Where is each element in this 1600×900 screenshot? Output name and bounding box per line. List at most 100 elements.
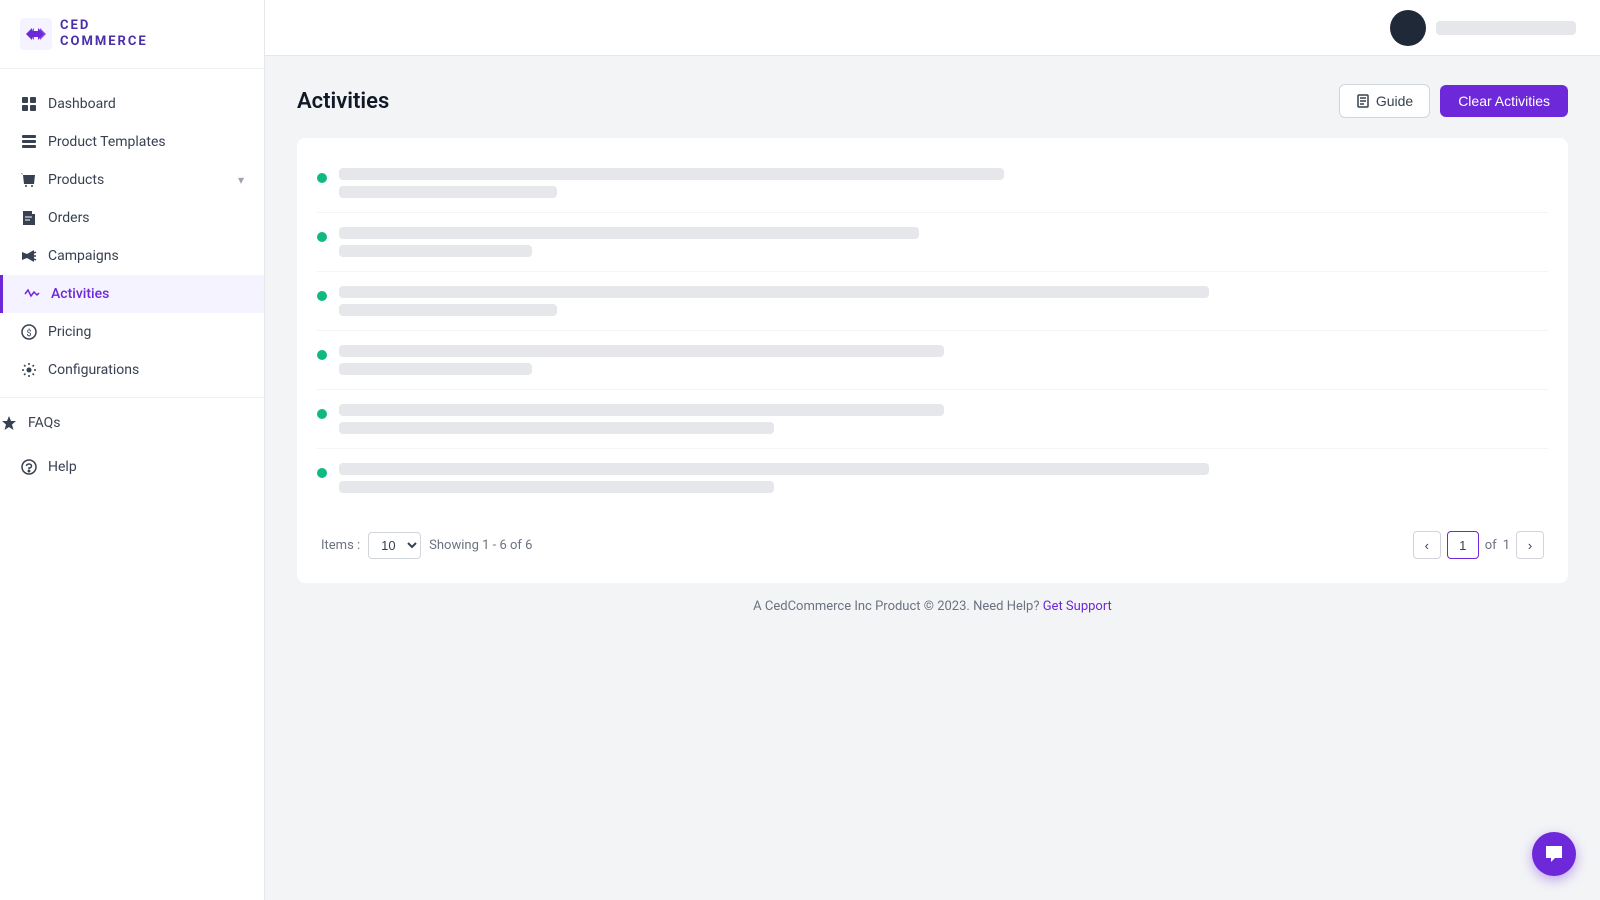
activity-dot: [317, 173, 327, 183]
activity-content: [339, 286, 1548, 316]
sidebar-item-configurations[interactable]: Configurations: [0, 351, 264, 389]
activity-line2: [339, 186, 557, 198]
products-icon: [20, 171, 38, 189]
activity-line1: [339, 463, 1209, 475]
product-templates-icon: [20, 133, 38, 151]
topbar: [265, 0, 1600, 56]
activity-item: [317, 331, 1548, 390]
campaigns-icon: [20, 247, 38, 265]
help-label: Help: [48, 459, 244, 475]
activity-content: [339, 227, 1548, 257]
chat-button[interactable]: [1532, 832, 1576, 876]
dashboard-label: Dashboard: [48, 96, 244, 112]
activity-line2: [339, 304, 557, 316]
activity-dot: [317, 291, 327, 301]
activity-item: [317, 390, 1548, 449]
main-wrapper: Activities Guide Clear Activities: [265, 0, 1600, 900]
pricing-label: Pricing: [48, 324, 244, 340]
sidebar-item-campaigns[interactable]: Campaigns: [0, 237, 264, 275]
page-header: Activities Guide Clear Activities: [297, 84, 1568, 118]
activity-line2: [339, 245, 532, 257]
next-page-button[interactable]: ›: [1516, 531, 1544, 559]
guide-button[interactable]: Guide: [1339, 84, 1430, 118]
configurations-icon: [20, 361, 38, 379]
activity-content: [339, 168, 1548, 198]
activity-dot: [317, 350, 327, 360]
of-label: of: [1485, 538, 1497, 553]
sidebar-item-faqs[interactable]: FAQs: [0, 406, 264, 448]
sidebar-item-help[interactable]: Help: [0, 448, 264, 486]
sidebar-item-products[interactable]: Products ▾: [0, 161, 264, 199]
products-label: Products: [48, 172, 228, 188]
ced-commerce-logo-icon: [20, 18, 52, 50]
header-actions: Guide Clear Activities: [1339, 84, 1568, 118]
guide-icon: [1356, 94, 1370, 108]
activity-line2: [339, 363, 532, 375]
faqs-label: FAQs: [28, 415, 264, 431]
orders-label: Orders: [48, 210, 244, 226]
current-page-input[interactable]: [1447, 531, 1479, 559]
activity-dot: [317, 409, 327, 419]
activity-line1: [339, 404, 944, 416]
activity-line2: [339, 422, 774, 434]
avatar: [1390, 10, 1426, 46]
dashboard-icon: [20, 95, 38, 113]
sidebar-item-dashboard[interactable]: Dashboard: [0, 85, 264, 123]
activities-label: Activities: [51, 286, 244, 302]
activity-line1: [339, 227, 919, 239]
activity-line1: [339, 168, 1004, 180]
pagination-right: ‹ of 1 ›: [1413, 531, 1544, 559]
faqs-icon: [0, 414, 18, 432]
activity-content: [339, 463, 1548, 493]
showing-text: Showing 1 - 6 of 6: [429, 538, 532, 553]
help-icon: [20, 458, 38, 476]
main-content: Activities Guide Clear Activities: [265, 56, 1600, 900]
sidebar-item-orders[interactable]: Orders: [0, 199, 264, 237]
products-chevron-icon: ▾: [238, 173, 244, 187]
guide-label: Guide: [1376, 93, 1413, 109]
chat-icon: [1544, 844, 1564, 864]
configurations-label: Configurations: [48, 362, 244, 378]
page-title: Activities: [297, 89, 389, 114]
pagination-bar: Items : 10 20 50 Showing 1 - 6 of 6 ‹ of…: [317, 523, 1548, 567]
activity-dot: [317, 468, 327, 478]
product-templates-label: Product Templates: [48, 134, 244, 150]
prev-page-button[interactable]: ‹: [1413, 531, 1441, 559]
orders-icon: [20, 209, 38, 227]
user-info-placeholder: [1436, 21, 1576, 35]
sidebar-divider: [0, 397, 264, 398]
footer-text: A CedCommerce Inc Product © 2023. Need H…: [753, 599, 1039, 614]
activity-line2: [339, 481, 774, 493]
get-support-link[interactable]: Get Support: [1043, 599, 1112, 614]
items-per-page-select[interactable]: 10 20 50: [368, 532, 421, 559]
activity-content: [339, 404, 1548, 434]
sidebar-logo: CED COMMERCE: [0, 0, 264, 69]
total-pages: 1: [1503, 538, 1510, 553]
activity-item: [317, 154, 1548, 213]
svg-text:$: $: [27, 328, 32, 339]
activity-line1: [339, 345, 944, 357]
pricing-icon: $: [20, 323, 38, 341]
sidebar-item-pricing[interactable]: $ Pricing: [0, 313, 264, 351]
sidebar-item-product-templates[interactable]: Product Templates: [0, 123, 264, 161]
footer: A CedCommerce Inc Product © 2023. Need H…: [297, 583, 1568, 630]
activity-item: [317, 272, 1548, 331]
items-label: Items :: [321, 538, 360, 553]
topbar-user: [1390, 10, 1576, 46]
clear-activities-button[interactable]: Clear Activities: [1440, 85, 1568, 117]
brand-line2: COMMERCE: [60, 34, 148, 50]
brand-line1: CED: [60, 18, 148, 34]
pagination-left: Items : 10 20 50 Showing 1 - 6 of 6: [321, 532, 532, 559]
activity-dot: [317, 232, 327, 242]
sidebar-item-activities[interactable]: Activities: [0, 275, 264, 313]
activities-card: Items : 10 20 50 Showing 1 - 6 of 6 ‹ of…: [297, 138, 1568, 583]
activities-list: [317, 154, 1548, 507]
activity-content: [339, 345, 1548, 375]
campaigns-label: Campaigns: [48, 248, 244, 264]
activity-line1: [339, 286, 1209, 298]
activity-item: [317, 213, 1548, 272]
brand-name: CED COMMERCE: [60, 18, 148, 49]
activities-icon: [23, 285, 41, 303]
sidebar-nav: Dashboard Product Templates: [0, 69, 264, 900]
activity-item: [317, 449, 1548, 507]
